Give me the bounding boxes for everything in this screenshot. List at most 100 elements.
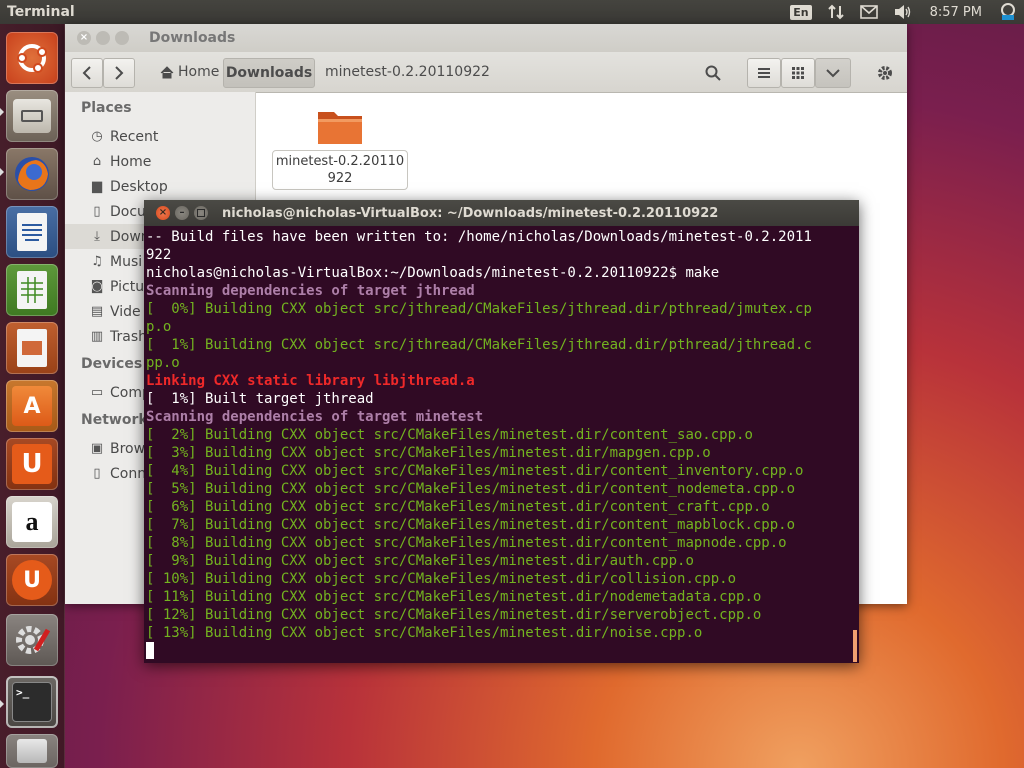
terminal-line: [ 8%] Building CXX object src/CMakeFiles… (146, 535, 787, 551)
terminal-line: [ 0%] Building CXX object src/jthread/CM… (146, 301, 812, 317)
sidebar-item-desktop[interactable]: ▆ Desktop (65, 174, 255, 199)
breadcrumb-downloads[interactable]: Downloads (223, 58, 315, 88)
file-item[interactable]: minetest-0.2.20110922 (272, 106, 408, 190)
terminal-line: [ 10%] Building CXX object src/CMakeFile… (146, 571, 737, 587)
maximize-button[interactable] (115, 31, 129, 45)
ubuntu-software-center-icon[interactable]: A (6, 380, 58, 432)
keyboard-layout-label: En (790, 4, 812, 20)
view-options-button[interactable] (815, 58, 851, 88)
folder-icon (318, 112, 362, 144)
folder-icon: ▆ (92, 179, 102, 194)
terminal-line: [ 2%] Building CXX object src/CMakeFiles… (146, 427, 753, 443)
terminal-scrollbar[interactable] (853, 630, 857, 662)
terminal-line: [ 3%] Building CXX object src/CMakeFiles… (146, 445, 711, 461)
terminal-line: [ 13%] Building CXX object src/CMakeFile… (146, 625, 703, 641)
sidebar-item-label: Vide (110, 303, 141, 320)
terminal-prompt-line (146, 642, 859, 660)
breadcrumb-minetest[interactable]: minetest-0.2.20110922 (325, 58, 490, 86)
terminal-line: 922 (146, 247, 172, 263)
forward-button[interactable] (103, 58, 135, 88)
libreoffice-writer-icon[interactable] (6, 206, 58, 258)
home-icon: ⌂ (92, 154, 102, 169)
terminal-icon[interactable]: >_ (6, 676, 58, 728)
back-button[interactable] (71, 58, 103, 88)
places-header: Places (81, 100, 132, 116)
terminal-line: [ 5%] Building CXX object src/CMakeFiles… (146, 481, 796, 497)
terminal-output[interactable]: -- Build files have been written to: /ho… (144, 226, 859, 665)
sidebar-item-home[interactable]: ⌂ Home (65, 149, 255, 174)
libreoffice-impress-icon[interactable] (6, 322, 58, 374)
sidebar-item-label: Home (110, 153, 152, 170)
system-settings-icon[interactable] (6, 614, 58, 666)
terminal-line: Scanning dependencies of target minetest (146, 409, 484, 425)
terminal-line: [ 7%] Building CXX object src/CMakeFiles… (146, 517, 796, 533)
mail-icon[interactable] (852, 0, 886, 24)
close-button[interactable]: × (156, 206, 170, 220)
trash-icon: ▥ (90, 329, 104, 344)
sidebar-item-label: Pictu (110, 278, 145, 295)
search-button[interactable] (697, 58, 729, 88)
sidebar-item-label: Conn (110, 465, 147, 482)
indicator-area: En 8:57 PM (782, 0, 1024, 24)
terminal-line: [ 1%] Built target jthread (146, 391, 374, 407)
close-button[interactable]: × (77, 31, 91, 45)
chevron-left-icon (82, 66, 91, 80)
devices-header: Devices (81, 356, 143, 372)
libreoffice-calc-icon[interactable] (6, 264, 58, 316)
sidebar-item-label: Desktop (110, 178, 168, 195)
sidebar-item-label: Recent (110, 128, 159, 145)
sidebar-item-label: Musi (110, 253, 143, 270)
settings-button[interactable] (869, 58, 901, 88)
home-icon (160, 65, 174, 78)
network-icon: ▣ (90, 441, 104, 456)
file-item-label: minetest-0.2.20110922 (272, 150, 408, 190)
terminal-title: nicholas@nicholas-VirtualBox: ~/Download… (222, 205, 719, 221)
chevron-down-icon (826, 69, 840, 78)
breadcrumb-home[interactable]: Home (160, 58, 219, 86)
ubuntu-one-music-icon[interactable]: U (6, 554, 58, 606)
sidebar-item-label: Brow (110, 440, 146, 457)
clock[interactable]: 8:57 PM (920, 0, 992, 24)
app-title: Terminal (7, 4, 75, 20)
document-icon: ▯ (93, 204, 101, 219)
launcher: A U a U >_ (0, 24, 65, 768)
firefox-icon[interactable] (6, 148, 58, 200)
grid-view-icon (792, 67, 804, 79)
trash-icon[interactable] (6, 734, 58, 768)
terminal-line: [ 12%] Building CXX object src/CMakeFile… (146, 607, 762, 623)
files-icon[interactable] (6, 90, 58, 142)
running-indicator (0, 700, 4, 708)
camera-icon: ◙ (90, 279, 104, 294)
clock-icon: ◷ (91, 129, 103, 144)
running-indicator (0, 168, 4, 176)
ubuntu-one-icon[interactable]: U (6, 438, 58, 490)
terminal-titlebar: × – nicholas@nicholas-VirtualBox: ~/Down… (144, 200, 859, 226)
terminal-line: nicholas@nicholas-VirtualBox:~/Downloads… (146, 265, 720, 281)
minimize-button[interactable]: – (175, 206, 189, 220)
maximize-button[interactable] (194, 206, 208, 220)
sidebar-item-recent[interactable]: ◷ Recent (65, 124, 255, 149)
network-icon[interactable] (820, 0, 852, 24)
terminal-line: [ 6%] Building CXX object src/CMakeFiles… (146, 499, 770, 515)
download-icon: ⤓ (94, 229, 100, 244)
session-icon[interactable] (992, 0, 1024, 24)
minimize-button[interactable] (96, 31, 110, 45)
list-view-button[interactable] (747, 58, 781, 88)
amazon-icon[interactable]: a (6, 496, 58, 548)
keyboard-indicator[interactable]: En (782, 0, 819, 24)
grid-view-button[interactable] (781, 58, 815, 88)
file-manager-toolbar: Home Downloads minetest-0.2.20110922 (65, 52, 907, 93)
server-icon: ▯ (93, 466, 101, 481)
terminal-cursor (146, 642, 154, 659)
terminal-line: [ 4%] Building CXX object src/CMakeFiles… (146, 463, 804, 479)
top-panel: Terminal En 8:57 PM (0, 0, 1024, 24)
volume-icon[interactable] (886, 0, 920, 24)
ubuntu-dash-icon[interactable] (6, 32, 58, 84)
breadcrumb-downloads-label: Downloads (225, 65, 313, 81)
network-header: Network (81, 412, 148, 428)
terminal-line: pp.o (146, 355, 180, 371)
terminal-window: × – nicholas@nicholas-VirtualBox: ~/Down… (144, 200, 859, 663)
terminal-line: [ 9%] Building CXX object src/CMakeFiles… (146, 553, 694, 569)
terminal-line: -- Build files have been written to: /ho… (146, 229, 812, 245)
chevron-right-icon (115, 66, 124, 80)
